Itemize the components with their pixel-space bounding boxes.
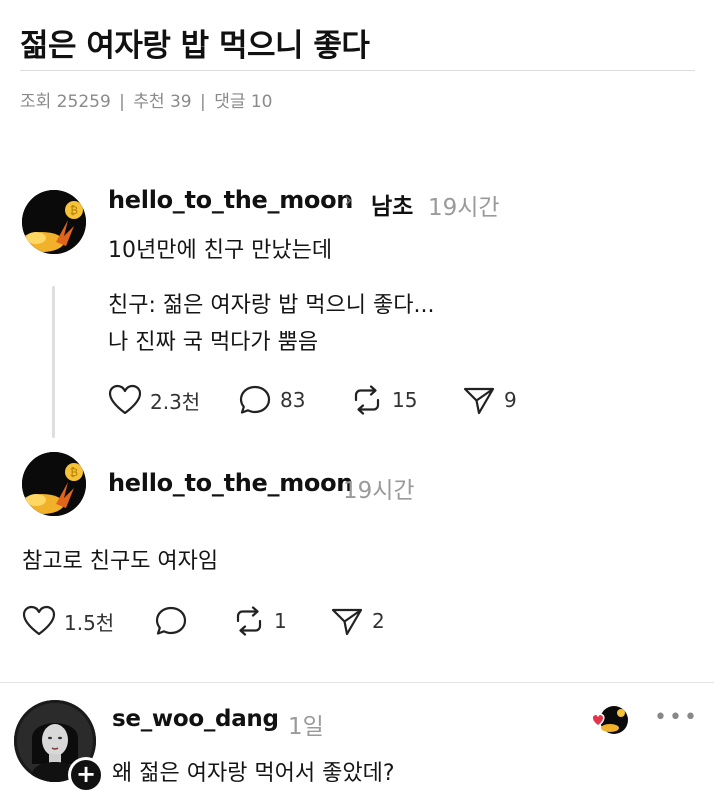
- author-liked-icon: [591, 706, 628, 734]
- repost-button[interactable]: 15: [350, 384, 417, 416]
- username[interactable]: se_woo_dang: [112, 706, 279, 732]
- post-title: 젊은 여자랑 밥 먹으니 좋다: [20, 28, 370, 64]
- avatar[interactable]: ₿: [22, 190, 86, 254]
- title-divider: [20, 70, 695, 71]
- moon-avatar-image: ₿: [22, 452, 86, 516]
- more-options-icon[interactable]: •••: [654, 705, 699, 730]
- post-stats: 조회 25259 | 추천 39 | 댓글 10: [20, 87, 273, 112]
- comment-bubble-icon: [155, 606, 187, 635]
- liked-by-author-badge: [588, 704, 630, 740]
- share-count: 2: [372, 609, 385, 633]
- chevron-right-icon: ›: [344, 188, 353, 213]
- like-count: 1.5천: [64, 610, 115, 635]
- share-button[interactable]: 9: [462, 384, 517, 416]
- moon-avatar-image: ₿: [22, 190, 86, 254]
- repost-count: 1: [274, 609, 287, 633]
- post-text: 10년만에 친구 만났는데: [108, 238, 333, 263]
- like-count: 2.3천: [150, 389, 201, 414]
- repost-icon: [354, 385, 380, 415]
- post-text: 왜 젊은 여자랑 먹어서 좋았데?: [112, 761, 395, 786]
- reply-target-community[interactable]: 남초: [371, 187, 413, 221]
- post-text: 참고로 친구도 여자임: [22, 549, 219, 574]
- username[interactable]: hello_to_the_moon: [108, 186, 353, 214]
- comment-count: 83: [280, 388, 306, 412]
- post-time: 19시간: [343, 478, 415, 504]
- quote-bar: [52, 286, 55, 438]
- comment-button[interactable]: 83: [238, 384, 305, 416]
- send-icon: [331, 608, 363, 636]
- view-count: 조회 25259: [20, 92, 111, 112]
- recommend-count: 추천 39: [133, 92, 192, 112]
- like-button[interactable]: 1.5천: [22, 605, 114, 637]
- svg-text:₿: ₿: [70, 466, 78, 479]
- comment-bubble-icon: [239, 385, 271, 414]
- quote-line: 나 진짜 국 먹다가 뿜음: [108, 330, 319, 355]
- send-icon: [463, 387, 495, 415]
- repost-count: 15: [392, 388, 418, 412]
- share-button[interactable]: 2: [330, 605, 385, 637]
- username[interactable]: hello_to_the_moon: [108, 469, 353, 497]
- heart-icon: [108, 384, 142, 415]
- comment-button[interactable]: [154, 605, 196, 637]
- avatar[interactable]: ₿: [22, 452, 86, 516]
- heart-icon: [22, 605, 56, 636]
- like-button[interactable]: 2.3천: [108, 384, 200, 416]
- follow-plus-icon[interactable]: +: [68, 757, 104, 793]
- post-time: 1일: [288, 714, 324, 740]
- post-time: 19시간: [428, 195, 500, 221]
- stats-separator: |: [119, 92, 125, 112]
- comment-count: 댓글 10: [214, 92, 273, 112]
- share-count: 9: [504, 388, 517, 412]
- thread-divider: [0, 682, 714, 683]
- stats-separator: |: [200, 92, 206, 112]
- quote-line: 친구: 젊은 여자랑 밥 먹으니 좋다...: [108, 293, 435, 318]
- svg-text:₿: ₿: [70, 204, 78, 217]
- repost-icon: [236, 606, 262, 636]
- repost-button[interactable]: 1: [232, 605, 287, 637]
